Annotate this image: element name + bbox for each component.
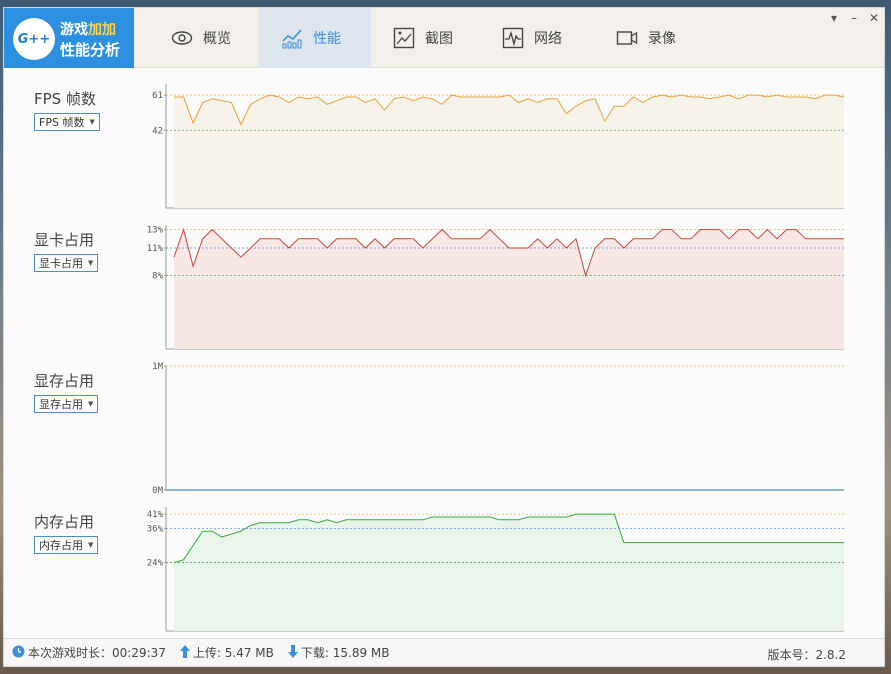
fps-tick-label: 42 [152, 126, 163, 136]
close-button[interactable]: ✕ [868, 11, 880, 25]
tab-video[interactable]: 录像 [594, 8, 706, 68]
logo-badge: G++ [13, 18, 55, 60]
session-time: 本次游戏时长：00:29:37 [12, 644, 166, 661]
logo-title-line2: 性能分析 [60, 41, 121, 59]
gpu-tick-label: 11% [147, 244, 164, 254]
image-icon [393, 27, 415, 49]
performance-analysis-window: G++ 游戏加加 性能分析 概览 性能 截图 网络 录像 ▾ – ✕ FPS 帧… [3, 7, 885, 667]
tab-label: 截图 [425, 31, 453, 47]
tab-label: 录像 [648, 31, 676, 47]
charts-svg: 61 42 13% 11% 8% 1M 0M 41% 36% 24% [147, 84, 845, 632]
download-text: 下载: 15.89 MB [300, 646, 390, 660]
window-controls: ▾ – ✕ [828, 11, 880, 25]
fps-area [174, 95, 844, 208]
performance-chart-icon [281, 27, 303, 49]
clock-icon [12, 645, 25, 661]
mem-area [174, 514, 844, 631]
mem-tick-label: 36% [147, 524, 164, 534]
logo-title-line1: 游戏加加 [60, 19, 116, 39]
menu-dropdown-icon[interactable]: ▾ [828, 11, 840, 25]
app-logo: G++ 游戏加加 性能分析 [4, 8, 134, 68]
tab-network[interactable]: 网络 [480, 8, 592, 68]
fps-tick-label: 61 [152, 91, 163, 101]
eye-icon [171, 27, 193, 49]
session-time-text: 本次游戏时长：00:29:37 [28, 646, 166, 660]
tab-label: 性能 [313, 31, 341, 47]
mem-tick-label: 41% [147, 510, 164, 520]
upload-text: 上传: 5.47 MB [192, 646, 274, 660]
download-arrow-icon [287, 644, 298, 661]
vram-tick-label: 0M [152, 486, 163, 496]
tab-performance[interactable]: 性能 [259, 8, 371, 68]
gpu-tick-label: 13% [147, 226, 164, 236]
status-bar: 本次游戏时长：00:29:37 上传: 5.47 MB 下载: 15.89 MB… [4, 638, 884, 666]
download-stat: 下载: 15.89 MB [287, 644, 390, 661]
tab-screenshot[interactable]: 截图 [371, 8, 481, 68]
tab-label: 网络 [534, 31, 562, 47]
video-camera-icon [616, 27, 638, 49]
gpu-tick-label: 8% [152, 272, 163, 282]
mem-tick-label: 24% [147, 559, 164, 569]
tab-label: 概览 [203, 31, 231, 47]
charts-area: 61 42 13% 11% 8% 1M 0M 41% 36% 24% [4, 68, 884, 638]
upload-stat: 上传: 5.47 MB [179, 644, 274, 661]
minimize-button[interactable]: – [848, 11, 860, 25]
pulse-icon [502, 27, 524, 49]
logo-title-part1: 游戏 [60, 22, 88, 38]
version-label: 版本号：2.8.2 [767, 648, 846, 662]
title-bar: G++ 游戏加加 性能分析 概览 性能 截图 网络 录像 ▾ – ✕ [4, 8, 884, 68]
upload-arrow-icon [179, 644, 190, 661]
vram-tick-label: 1M [152, 362, 163, 372]
tab-overview[interactable]: 概览 [149, 8, 259, 68]
logo-title-part2: 加加 [88, 22, 116, 38]
